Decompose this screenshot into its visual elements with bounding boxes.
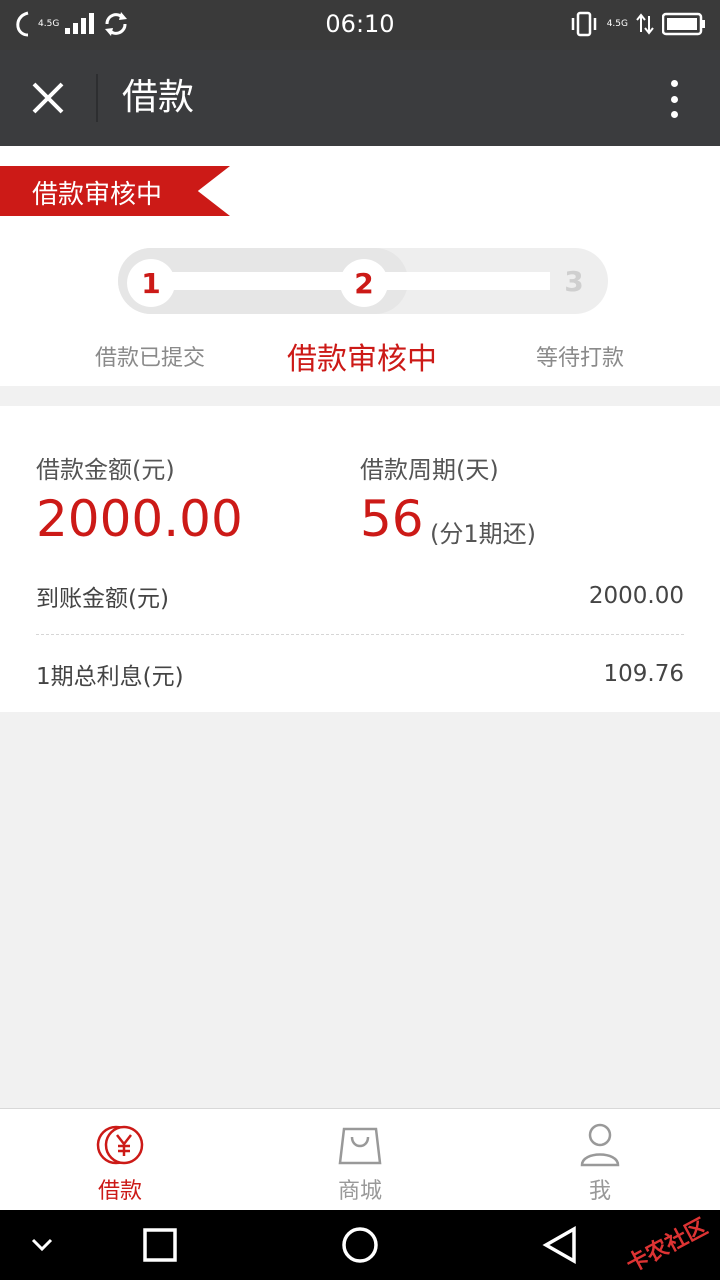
more-options-button[interactable] — [662, 76, 686, 122]
home-button[interactable] — [338, 1224, 382, 1266]
watermark-text: 卡农社区 — [622, 1214, 712, 1278]
nav-label-loan: 借款 — [97, 1179, 142, 1204]
interest-row: 1期总利息(元) 109.76 — [36, 654, 684, 694]
step-2-label: 借款审核中 — [287, 342, 437, 377]
nav-item-me[interactable]: 我 — [480, 1109, 720, 1211]
received-amount-label: 到账金额(元) — [36, 586, 169, 612]
row-divider — [36, 634, 684, 635]
recents-button[interactable] — [140, 1224, 180, 1266]
loan-period-label: 借款周期(天) — [360, 456, 499, 484]
close-button[interactable] — [22, 72, 74, 124]
status-bar: 4.5G 06:10 4.5G — [0, 0, 720, 50]
status-ribbon-text: 借款审核中 — [32, 180, 163, 210]
loan-period-value: 56 — [360, 490, 424, 548]
status-right: 4.5G — [569, 10, 706, 38]
loan-period-note: (分1期还) — [430, 520, 536, 548]
nav-item-loan[interactable]: 借款 — [0, 1109, 240, 1211]
system-navigation-bar: 卡农社区 — [0, 1210, 720, 1280]
loan-amount-label: 借款金额(元) — [36, 456, 175, 484]
user-icon — [580, 1123, 620, 1167]
interest-value: 109.76 — [603, 661, 684, 687]
title-bar: 借款 — [0, 50, 720, 146]
step-3-circle: 3 — [550, 257, 598, 305]
back-button[interactable] — [540, 1224, 580, 1266]
network-type-right: 4.5G — [606, 19, 628, 29]
nav-item-mall[interactable]: 商城 — [240, 1109, 480, 1211]
chevron-down-icon — [31, 1238, 53, 1252]
interest-label: 1期总利息(元) — [36, 664, 184, 690]
received-amount-value: 2000.00 — [588, 583, 684, 609]
data-arrows-icon — [636, 13, 654, 35]
loan-amount-value: 2000.00 — [36, 490, 243, 548]
progress-card: 借款审核中 1 2 3 借款已提交 借款审核中 等待打款 — [0, 146, 720, 386]
step-3-label: 等待打款 — [535, 346, 624, 371]
title-divider — [96, 74, 98, 122]
hide-nav-button[interactable] — [22, 1224, 62, 1266]
nav-label-me: 我 — [588, 1179, 611, 1204]
received-amount-row: 到账金额(元) 2000.00 — [36, 576, 684, 616]
status-ribbon: 借款审核中 — [0, 166, 230, 216]
page-title: 借款 — [122, 77, 195, 118]
close-icon — [32, 82, 64, 114]
circle-home-icon — [342, 1227, 378, 1263]
triangle-back-icon — [542, 1226, 576, 1264]
battery-icon — [662, 12, 705, 36]
more-dots-icon — [670, 80, 678, 87]
loan-info-card: 借款金额(元) 2000.00 借款周期(天) 56 (分1期还) 到账金额(元… — [0, 406, 720, 712]
shopping-bag-icon — [338, 1127, 382, 1165]
step-2-circle: 2 — [340, 259, 388, 307]
bottom-nav: 借款 商城 我 — [0, 1108, 720, 1210]
step-1-circle: 1 — [127, 259, 175, 307]
step-1-label: 借款已提交 — [94, 346, 205, 371]
nav-label-mall: 商城 — [337, 1179, 382, 1204]
yen-coin-icon — [96, 1125, 144, 1165]
vibrate-icon — [571, 11, 596, 37]
square-recents-icon — [143, 1228, 177, 1262]
